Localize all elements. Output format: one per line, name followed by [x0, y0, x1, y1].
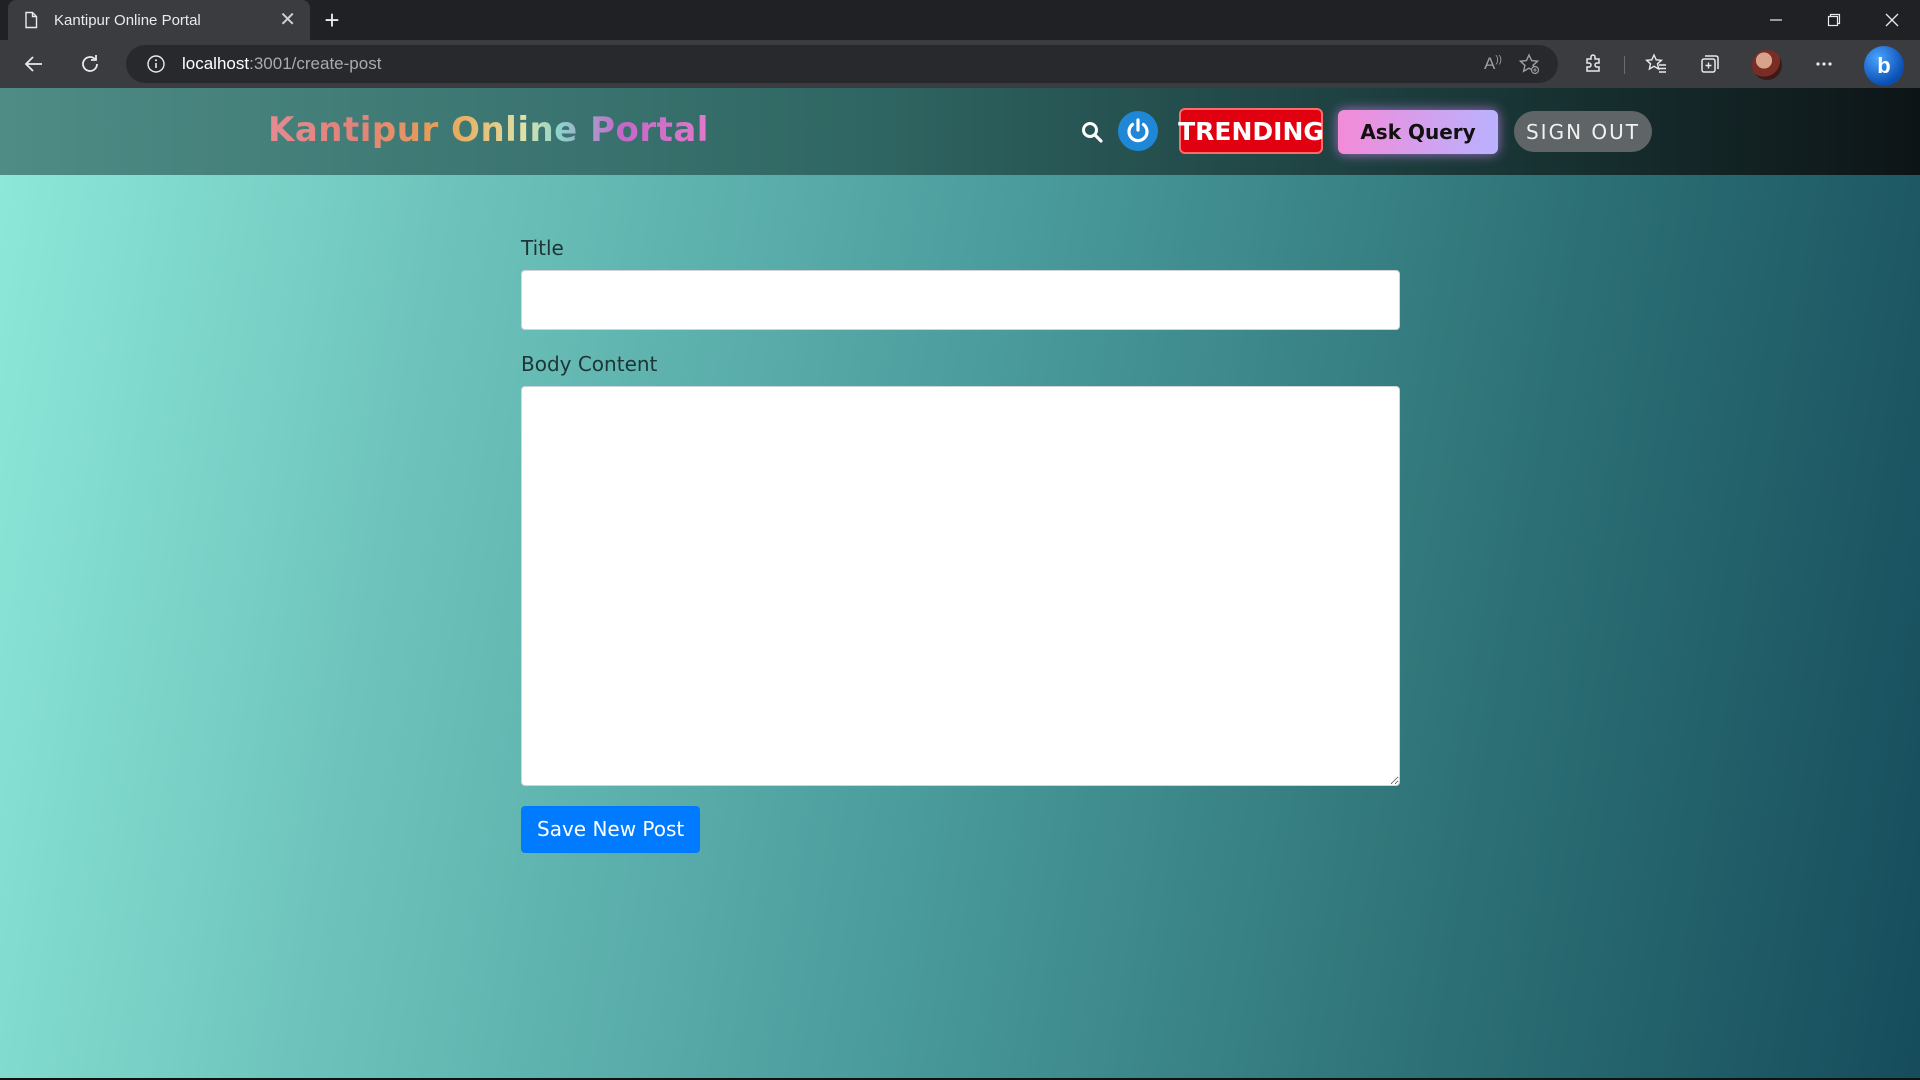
new-tab-icon[interactable]: +	[318, 6, 346, 34]
browser-toolbar: localhost:3001/create-post A))	[0, 40, 1920, 88]
restore-icon[interactable]	[1806, 0, 1862, 40]
ask-query-button[interactable]: Ask Query	[1338, 110, 1498, 154]
tab-title: Kantipur Online Portal	[54, 11, 201, 29]
toolbar-divider	[1624, 56, 1625, 74]
page-icon	[25, 11, 38, 29]
search-icon[interactable]	[1078, 118, 1106, 146]
close-tab-icon[interactable]: ✕	[279, 10, 296, 30]
body-content-textarea[interactable]	[521, 386, 1400, 786]
add-favorite-icon[interactable]	[1518, 53, 1540, 75]
read-aloud-icon[interactable]: A))	[1484, 54, 1502, 74]
collections-icon[interactable]	[1694, 48, 1726, 80]
url-path: :3001/create-post	[249, 54, 382, 73]
site-navbar: Kantipur Online Portal TRENDING Ask Quer…	[0, 88, 1920, 175]
bing-copilot-icon[interactable]: b	[1864, 46, 1904, 86]
page-viewport: Kantipur Online Portal TRENDING Ask Quer…	[0, 88, 1920, 1078]
url-text: localhost:3001/create-post	[182, 54, 381, 74]
title-label: Title	[521, 236, 564, 260]
address-bar[interactable]: localhost:3001/create-post A))	[126, 45, 1558, 83]
trending-button[interactable]: TRENDING	[1178, 108, 1324, 154]
site-brand[interactable]: Kantipur Online Portal	[268, 110, 709, 150]
profile-avatar[interactable]	[1752, 50, 1782, 80]
save-new-post-button[interactable]: Save New Post	[521, 806, 701, 853]
browser-tab-strip: Kantipur Online Portal ✕ +	[0, 0, 1920, 40]
more-options-icon[interactable]	[1808, 48, 1840, 80]
close-window-icon[interactable]	[1864, 0, 1920, 40]
reload-icon[interactable]	[74, 48, 106, 80]
power-icon[interactable]	[1118, 111, 1158, 151]
create-post-form: Title Body Content Save New Post	[521, 236, 1400, 853]
favorites-icon[interactable]	[1640, 48, 1672, 80]
title-input[interactable]	[521, 270, 1400, 330]
back-icon[interactable]	[18, 48, 50, 80]
sign-out-button[interactable]: SIGN OUT	[1514, 111, 1652, 152]
url-host: localhost	[182, 54, 250, 73]
extensions-icon[interactable]	[1578, 48, 1610, 80]
minimize-icon[interactable]	[1748, 0, 1804, 40]
site-info-icon[interactable]	[146, 54, 166, 74]
browser-tab[interactable]: Kantipur Online Portal ✕	[8, 0, 310, 40]
body-content-label: Body Content	[521, 352, 658, 376]
